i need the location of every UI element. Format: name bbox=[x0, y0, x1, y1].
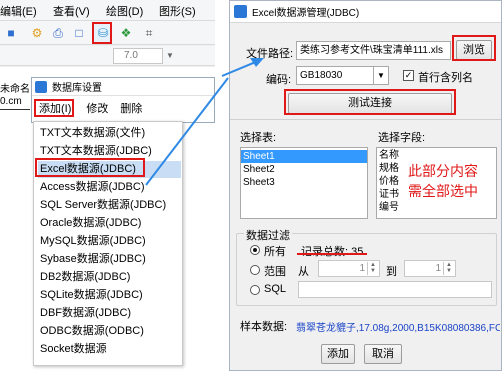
dropdown-item-sqlite-jdbc[interactable]: SQLite数据源(JDBC) bbox=[38, 287, 181, 304]
dropdown-item-oracle-jdbc[interactable]: Oracle数据源(JDBC) bbox=[38, 215, 181, 232]
dropdown-item-db2-jdbc[interactable]: DB2数据源(JDBC) bbox=[38, 269, 181, 286]
app-icon bbox=[234, 5, 247, 18]
dropdown-item-txt-jdbc[interactable]: TXT文本数据源(JDBC) bbox=[38, 143, 181, 160]
annotation-line-1: 此部分内容 bbox=[408, 163, 478, 179]
database-settings-window: 数据库设置 添加(I) 修改 删除 bbox=[31, 77, 215, 123]
sample-label: 样本数据: bbox=[240, 321, 288, 333]
sql-input[interactable] bbox=[298, 281, 492, 298]
menu-edit[interactable]: 编辑(E) bbox=[0, 3, 37, 19]
chevron-down-icon[interactable]: ▼ bbox=[166, 49, 176, 63]
range-to-label: 到 bbox=[386, 266, 397, 278]
print-icon[interactable]: ⎙ bbox=[49, 24, 67, 42]
add-menu-button[interactable]: 添加(I) bbox=[36, 99, 74, 117]
radio-range-label: 范围 bbox=[264, 266, 286, 278]
dialog-title: Excel数据源管理(JDBC) bbox=[252, 8, 360, 19]
first-row-header-label: 首行含列名 bbox=[418, 72, 473, 84]
db-settings-titlebar: 数据库设置 bbox=[32, 78, 214, 96]
file-path-field[interactable]: 类练习参考文件\珠宝清单111.xls bbox=[296, 41, 451, 60]
print-preview-icon[interactable]: □ bbox=[70, 24, 88, 42]
db-settings-title: 数据库设置 bbox=[52, 83, 102, 94]
sample-data-value: 翡翠苍龙貔子,17.08g,2000,B15K08080386,FC( bbox=[296, 323, 500, 334]
annotation-line-2: 需全部选中 bbox=[408, 183, 478, 199]
radio-range[interactable] bbox=[250, 265, 260, 275]
browse-button[interactable]: 浏览 bbox=[456, 40, 492, 60]
range-from-label: 从 bbox=[298, 266, 309, 278]
spinner-arrows-icon[interactable]: ▲ ▼ bbox=[443, 262, 454, 275]
menu-draw[interactable]: 绘图(D) bbox=[106, 3, 143, 19]
chevron-down-icon[interactable]: ▼ bbox=[373, 66, 389, 85]
dropdown-item-socket[interactable]: Socket数据源 bbox=[38, 341, 181, 358]
table-item-sheet3[interactable]: Sheet3 bbox=[241, 176, 367, 189]
dropdown-item-sqlserver-jdbc[interactable]: SQL Server数据源(JDBC) bbox=[38, 197, 181, 214]
record-count: 记录总数: 35 bbox=[301, 246, 364, 258]
table-listbox[interactable]: Sheet1 Sheet2 Sheet3 bbox=[240, 147, 368, 219]
save-icon[interactable]: ■ bbox=[2, 24, 20, 42]
annotation-text: 此部分内容 需全部选中 bbox=[408, 161, 478, 201]
data-source-icon[interactable]: ❖ bbox=[117, 24, 135, 42]
radio-sql[interactable] bbox=[250, 285, 260, 295]
menubar: 编辑(E) 查看(V) 绘图(D) 图形(S) bbox=[0, 0, 215, 21]
cancel-button[interactable]: 取消 bbox=[364, 344, 402, 364]
file-path-label: 文件路径: bbox=[246, 48, 294, 60]
range-from-spinner[interactable]: 1 ▲ ▼ bbox=[318, 260, 380, 277]
modify-menu-button[interactable]: 修改 bbox=[86, 100, 108, 116]
format-toolbar: 7.0 ▼ bbox=[0, 46, 215, 66]
range-to-value: 1 bbox=[435, 263, 441, 274]
delete-menu-button[interactable]: 删除 bbox=[120, 100, 142, 116]
encoding-label: 编码: bbox=[266, 74, 292, 86]
app-icon bbox=[35, 80, 47, 93]
dropdown-item-dbf-jdbc[interactable]: DBF数据源(JDBC) bbox=[38, 305, 181, 322]
table-item-sheet2[interactable]: Sheet2 bbox=[241, 163, 367, 176]
encoding-select[interactable]: GB18030 bbox=[296, 66, 374, 85]
select-fields-label: 选择字段: bbox=[378, 132, 426, 144]
settings-icon[interactable]: ⚙ bbox=[28, 24, 46, 42]
db-settings-menubar: 添加(I) 修改 删除 bbox=[32, 96, 214, 120]
font-size-field[interactable]: 7.0 bbox=[113, 48, 163, 64]
data-filter-label: 数据过滤 bbox=[244, 227, 292, 243]
divider bbox=[230, 119, 501, 120]
table-item-sheet1[interactable]: Sheet1 bbox=[241, 150, 367, 163]
dropdown-item-txt-file[interactable]: TXT文本数据源(文件) bbox=[38, 125, 181, 142]
ruler-label: 0.cm bbox=[0, 96, 30, 110]
grid-icon[interactable]: ⌗ bbox=[140, 24, 158, 42]
dropdown-item-excel-jdbc[interactable]: Excel数据源(JDBC) bbox=[38, 161, 181, 178]
database-icon[interactable]: ⛁ bbox=[94, 24, 112, 42]
dropdown-item-sybase-jdbc[interactable]: Sybase数据源(JDBC) bbox=[38, 251, 181, 268]
menu-shape[interactable]: 图形(S) bbox=[159, 3, 196, 19]
range-from-value: 1 bbox=[359, 263, 365, 274]
toolbar: ■ ⚙ ⎙ □ ⛁ ❖ ⌗ bbox=[0, 21, 215, 45]
add-datasource-dropdown: TXT文本数据源(文件) TXT文本数据源(JDBC) Excel数据源(JDB… bbox=[33, 121, 183, 366]
test-connection-button[interactable]: 测试连接 bbox=[288, 93, 452, 114]
dropdown-item-odbc[interactable]: ODBC数据源(ODBC) bbox=[38, 323, 181, 340]
add-button[interactable]: 添加 bbox=[321, 344, 355, 364]
menu-view[interactable]: 查看(V) bbox=[53, 3, 90, 19]
excel-datasource-dialog: Excel数据源管理(JDBC) 文件路径: 类练习参考文件\珠宝清单111.x… bbox=[229, 0, 502, 371]
select-table-label: 选择表: bbox=[240, 132, 277, 144]
range-to-spinner[interactable]: 1 ▲ ▼ bbox=[404, 260, 456, 277]
dialog-titlebar: Excel数据源管理(JDBC) bbox=[230, 1, 501, 23]
dropdown-item-access-jdbc[interactable]: Access数据源(JDBC) bbox=[38, 179, 181, 196]
field-item[interactable]: 编号 bbox=[377, 201, 496, 214]
document-tab[interactable]: 未命名 bbox=[0, 80, 30, 95]
dropdown-item-mysql-jdbc[interactable]: MySQL数据源(JDBC) bbox=[38, 233, 181, 250]
spinner-arrows-icon[interactable]: ▲ ▼ bbox=[367, 262, 378, 275]
radio-sql-label: SQL bbox=[264, 283, 287, 295]
radio-all-label: 所有 bbox=[264, 246, 286, 258]
first-row-header-checkbox[interactable]: ✓ bbox=[403, 70, 414, 81]
radio-all[interactable] bbox=[250, 245, 260, 255]
record-count-underline bbox=[297, 253, 367, 255]
